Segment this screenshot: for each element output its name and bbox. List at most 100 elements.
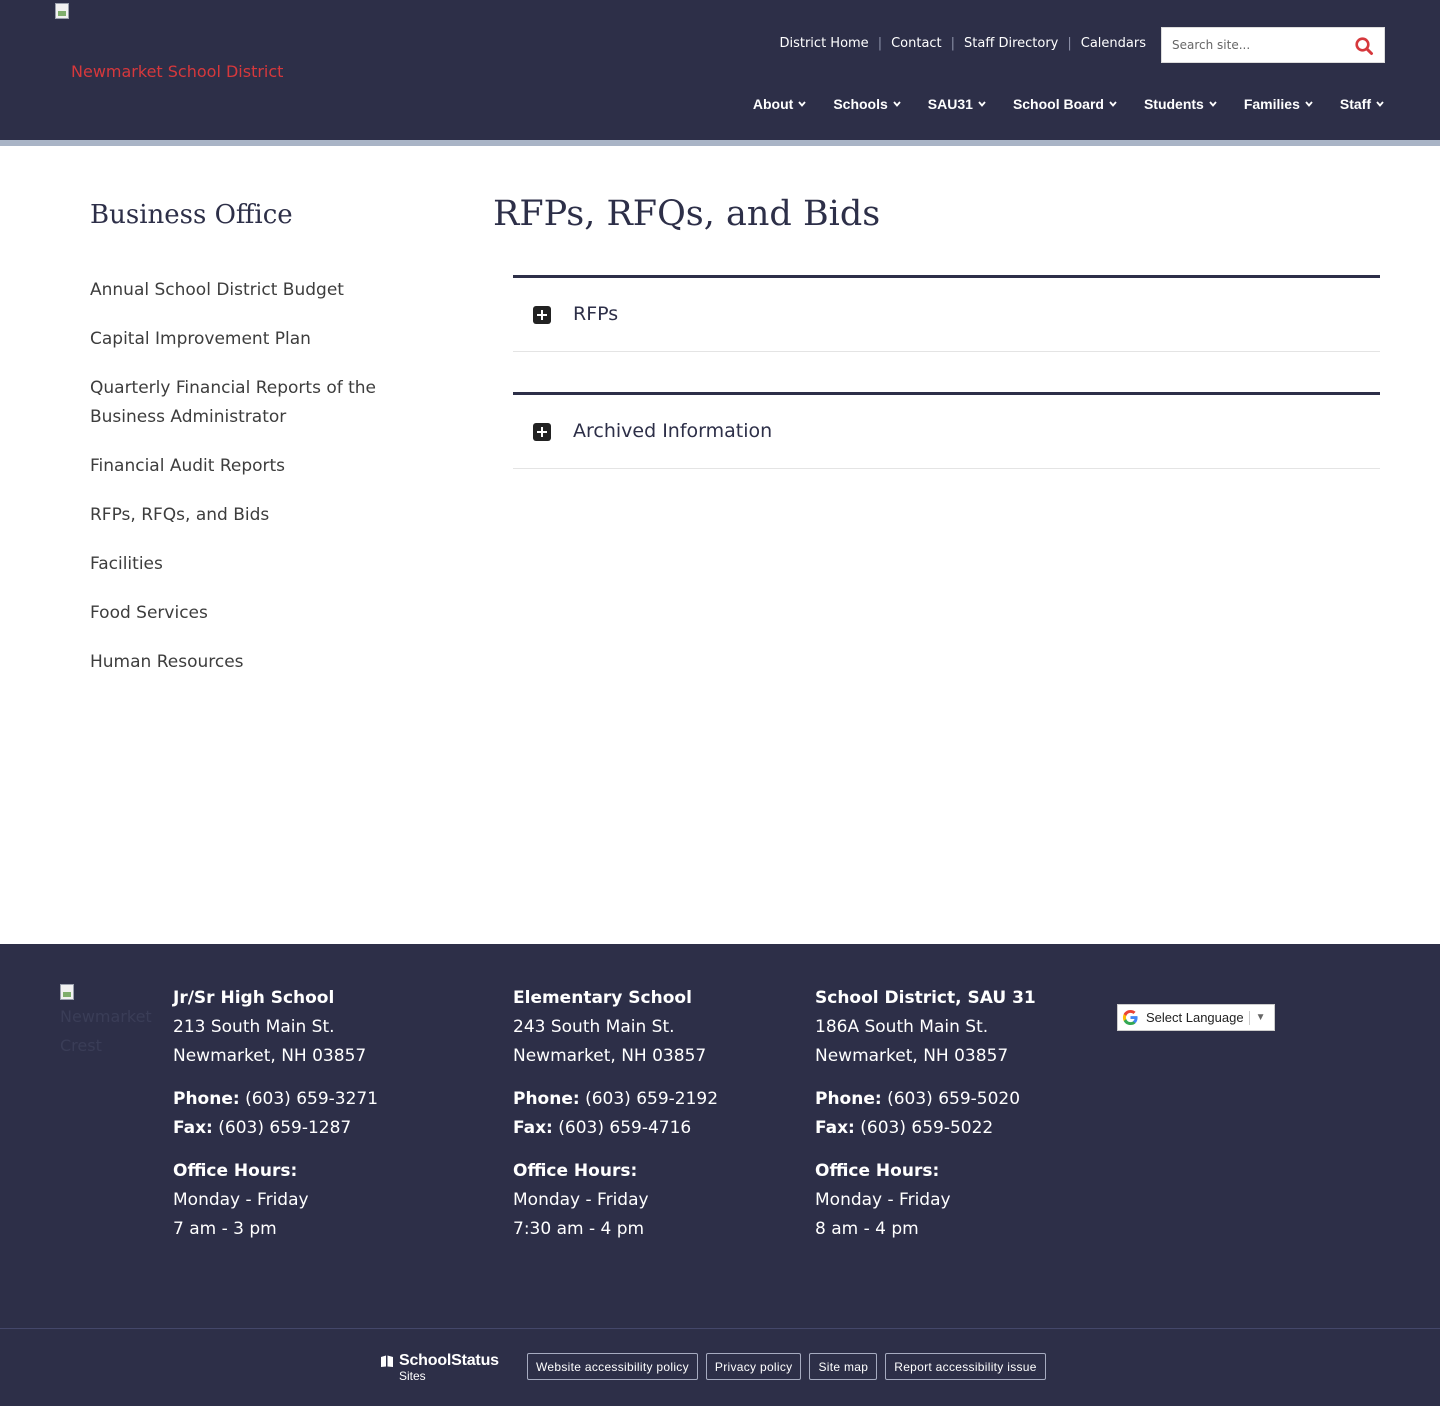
sidebar-item-rfps-rfqs-bids[interactable]: RFPs, RFQs, and Bids [90, 501, 400, 530]
search-button[interactable] [1354, 36, 1374, 56]
site-logo-image[interactable] [55, 3, 71, 19]
expand-plus-icon [533, 423, 551, 441]
schoolstatus-brand-link[interactable]: SchoolStatus Sites [380, 1352, 515, 1384]
nav-item-staff[interactable]: Staff [1340, 96, 1384, 112]
chevron-down-icon [893, 101, 901, 107]
accordion-rfps[interactable]: RFPs [513, 275, 1380, 352]
book-icon [381, 1355, 393, 1367]
chevron-down-icon [1209, 101, 1217, 107]
main-nav: About Schools SAU31 School Board Student… [753, 94, 1384, 114]
utility-link-staff-directory[interactable]: Staff Directory [964, 36, 1058, 51]
office-days: Monday - Friday [173, 1190, 309, 1210]
nav-item-label: Students [1143, 96, 1204, 112]
chevron-down-icon [978, 101, 986, 107]
footer-address-line: Newmarket, NH 03857 [815, 1046, 1009, 1066]
utility-nav: District Home | Contact | Staff Director… [779, 34, 1146, 52]
nav-item-sau31[interactable]: SAU31 [928, 96, 986, 112]
nav-item-label: Schools [833, 96, 888, 112]
site-name-link[interactable]: Newmarket School District [71, 62, 283, 81]
sidebar-item-annual-budget[interactable]: Annual School District Budget [90, 276, 400, 305]
expand-plus-icon [533, 306, 551, 324]
footer-contact-sau31: School District, SAU 31 186A South Main … [815, 984, 1105, 1244]
fax-number: (603) 659-4716 [558, 1118, 692, 1138]
nav-item-students[interactable]: Students [1144, 96, 1217, 112]
phone-label: Phone: [173, 1089, 240, 1109]
phone-label: Phone: [815, 1089, 882, 1109]
utility-separator: | [950, 35, 956, 51]
utility-link-district-home[interactable]: District Home [779, 36, 868, 51]
office-hours: 7 am - 3 pm [173, 1219, 277, 1239]
office-hours-label: Office Hours: [173, 1161, 298, 1181]
footer-col-title: Elementary School [513, 988, 692, 1008]
header-divider-strip [0, 140, 1440, 146]
phone-link[interactable]: (603) 659-3271 [245, 1089, 378, 1109]
language-select-divider [1248, 1010, 1250, 1025]
nav-item-families[interactable]: Families [1244, 96, 1313, 112]
page-title: RFPs, RFQs, and Bids [493, 194, 881, 234]
phone-label: Phone: [513, 1089, 580, 1109]
nav-item-schools[interactable]: Schools [833, 96, 901, 112]
footer-address-line: Newmarket, NH 03857 [173, 1046, 367, 1066]
nav-item-school-board[interactable]: School Board [1013, 96, 1117, 112]
sidebar-item-quarterly-financial-reports[interactable]: Quarterly Financial Reports of the Busin… [90, 374, 400, 432]
utility-separator: | [877, 35, 883, 51]
sidebar-item-facilities[interactable]: Facilities [90, 550, 400, 579]
brand-subtitle: Sites [399, 1369, 426, 1383]
phone-link[interactable]: (603) 659-2192 [585, 1089, 718, 1109]
broken-image-icon [55, 3, 69, 19]
utility-separator: | [1067, 35, 1072, 51]
sidebar-item-financial-audit-reports[interactable]: Financial Audit Reports [90, 452, 400, 481]
nav-item-label: SAU31 [927, 96, 973, 112]
footer-address-line: 186A South Main St. [815, 1017, 989, 1037]
sidebar-item-food-services[interactable]: Food Services [90, 599, 400, 628]
office-hours-label: Office Hours: [815, 1161, 940, 1181]
language-select-label: Select Language [1146, 1010, 1244, 1025]
footer-address-line: Newmarket, NH 03857 [513, 1046, 707, 1066]
dropdown-arrow-icon: ▼ [1255, 1012, 1266, 1023]
language-select[interactable]: Select Language ▼ [1117, 1004, 1275, 1031]
office-days: Monday - Friday [815, 1190, 951, 1210]
sidebar-item-capital-improvement-plan[interactable]: Capital Improvement Plan [90, 325, 400, 354]
footer-links: Website accessibility policy Privacy pol… [527, 1353, 1054, 1380]
chevron-down-icon [1305, 101, 1313, 107]
chevron-down-icon [1109, 101, 1117, 107]
nav-item-label: About [752, 96, 794, 112]
utility-link-calendars[interactable]: Calendars [1081, 36, 1146, 51]
accordion-label: RFPs [573, 303, 619, 325]
broken-image-icon [60, 984, 74, 1000]
nav-item-about[interactable]: About [752, 96, 807, 112]
search-icon [1355, 37, 1373, 55]
footer-contact-jr-sr-high: Jr/Sr High School 213 South Main St. New… [173, 984, 463, 1244]
utility-link-contact[interactable]: Contact [891, 36, 942, 51]
website-accessibility-policy-link[interactable]: Website accessibility policy [527, 1353, 698, 1380]
footer-address-line: 243 South Main St. [513, 1017, 675, 1037]
privacy-policy-link[interactable]: Privacy policy [705, 1353, 802, 1380]
fax-number: (603) 659-1287 [218, 1118, 352, 1138]
footer-logo-alt-text: Newmarket Crest [60, 1007, 152, 1055]
google-icon [1122, 1009, 1138, 1026]
site-map-link[interactable]: Site map [809, 1353, 878, 1380]
search-box [1161, 27, 1385, 63]
office-hours-label: Office Hours: [513, 1161, 638, 1181]
nav-item-label: Families [1243, 96, 1300, 112]
fax-number: (603) 659-5022 [860, 1118, 994, 1138]
site-header: Newmarket School District District Home … [0, 0, 1440, 140]
search-input[interactable] [1162, 28, 1347, 62]
fax-label: Fax: [513, 1118, 553, 1138]
sidebar-item-human-resources[interactable]: Human Resources [90, 648, 400, 677]
footer-logo-image: Newmarket Crest [60, 984, 160, 1064]
chevron-down-icon [798, 101, 807, 107]
footer-contact-elementary: Elementary School 243 South Main St. New… [513, 984, 803, 1244]
brand-name: SchoolStatus [399, 1352, 499, 1369]
site-footer: Newmarket Crest Jr/Sr High School 213 So… [0, 944, 1440, 1406]
footer-col-title: Jr/Sr High School [173, 988, 335, 1008]
office-hours: 8 am - 4 pm [815, 1219, 919, 1239]
footer-divider [0, 1328, 1440, 1329]
report-accessibility-issue-link[interactable]: Report accessibility issue [885, 1353, 1046, 1380]
chevron-down-icon [1376, 101, 1384, 107]
accordion-archived-information[interactable]: Archived Information [513, 392, 1380, 469]
phone-link[interactable]: (603) 659-5020 [887, 1089, 1020, 1109]
office-hours: 7:30 am - 4 pm [513, 1219, 645, 1239]
nav-item-label: School Board [1012, 96, 1104, 112]
footer-address-line: 213 South Main St. [173, 1017, 335, 1037]
